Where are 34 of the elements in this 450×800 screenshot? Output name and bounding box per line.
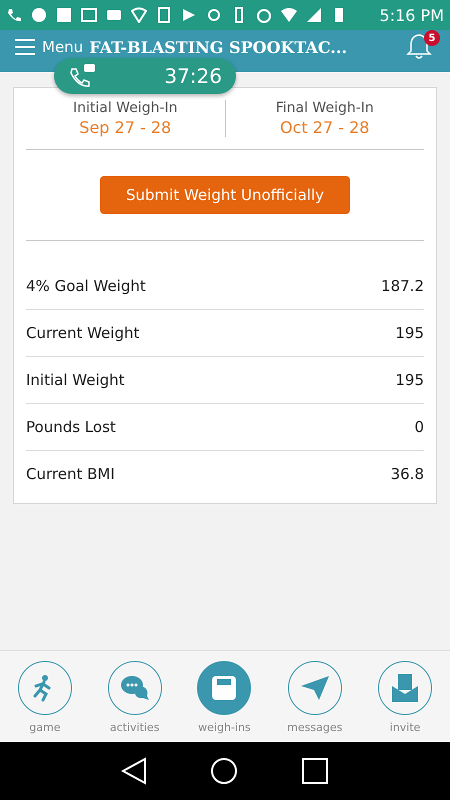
challenge-title: FAT-BLASTING SPOOKTAC...: [89, 38, 348, 56]
menu-label[interactable]: Menu: [42, 38, 84, 56]
wifi-icon: [281, 7, 297, 23]
home-icon[interactable]: [210, 757, 238, 785]
envelope-icon: [392, 674, 418, 702]
weigh-in-dates: Sep 27 - 28: [79, 118, 172, 137]
call-timer: 37:26: [164, 64, 222, 88]
hd-call-icon: [68, 63, 98, 89]
scale-icon: [212, 676, 236, 700]
stat-value: 36.8: [390, 465, 424, 483]
stat-label: Pounds Lost: [26, 418, 116, 436]
signal-icon: [306, 7, 322, 23]
weigh-in-dates: Oct 27 - 28: [280, 118, 370, 137]
stat-label: Current Weight: [26, 324, 140, 342]
weigh-in-label: Initial Weigh-In: [72, 100, 178, 116]
stat-value: 195: [395, 324, 424, 342]
recents-icon[interactable]: [300, 757, 329, 785]
phone-icon: [6, 7, 22, 23]
stat-value: 0: [414, 418, 424, 436]
paper-plane-icon: [300, 676, 329, 700]
menu-icon[interactable]: [14, 38, 36, 56]
submit-weight-button[interactable]: Submit Weight Unofficially: [100, 176, 350, 214]
stat-label: Initial Weight: [26, 371, 125, 389]
back-icon[interactable]: [121, 757, 148, 785]
stat-label: Current BMI: [26, 465, 115, 483]
notification-badge: 5: [424, 30, 440, 46]
clock-time: 5:16 PM: [380, 6, 444, 24]
stat-label: 4% Goal Weight: [26, 277, 146, 295]
stat-value: 195: [395, 371, 424, 389]
chat-bubbles-icon: [120, 676, 149, 700]
weigh-in-label: Final Weigh-In: [276, 100, 374, 116]
call-overlay[interactable]: 37:26: [54, 58, 236, 94]
runner-icon: [33, 674, 50, 701]
stat-value: 187.2: [381, 277, 424, 295]
